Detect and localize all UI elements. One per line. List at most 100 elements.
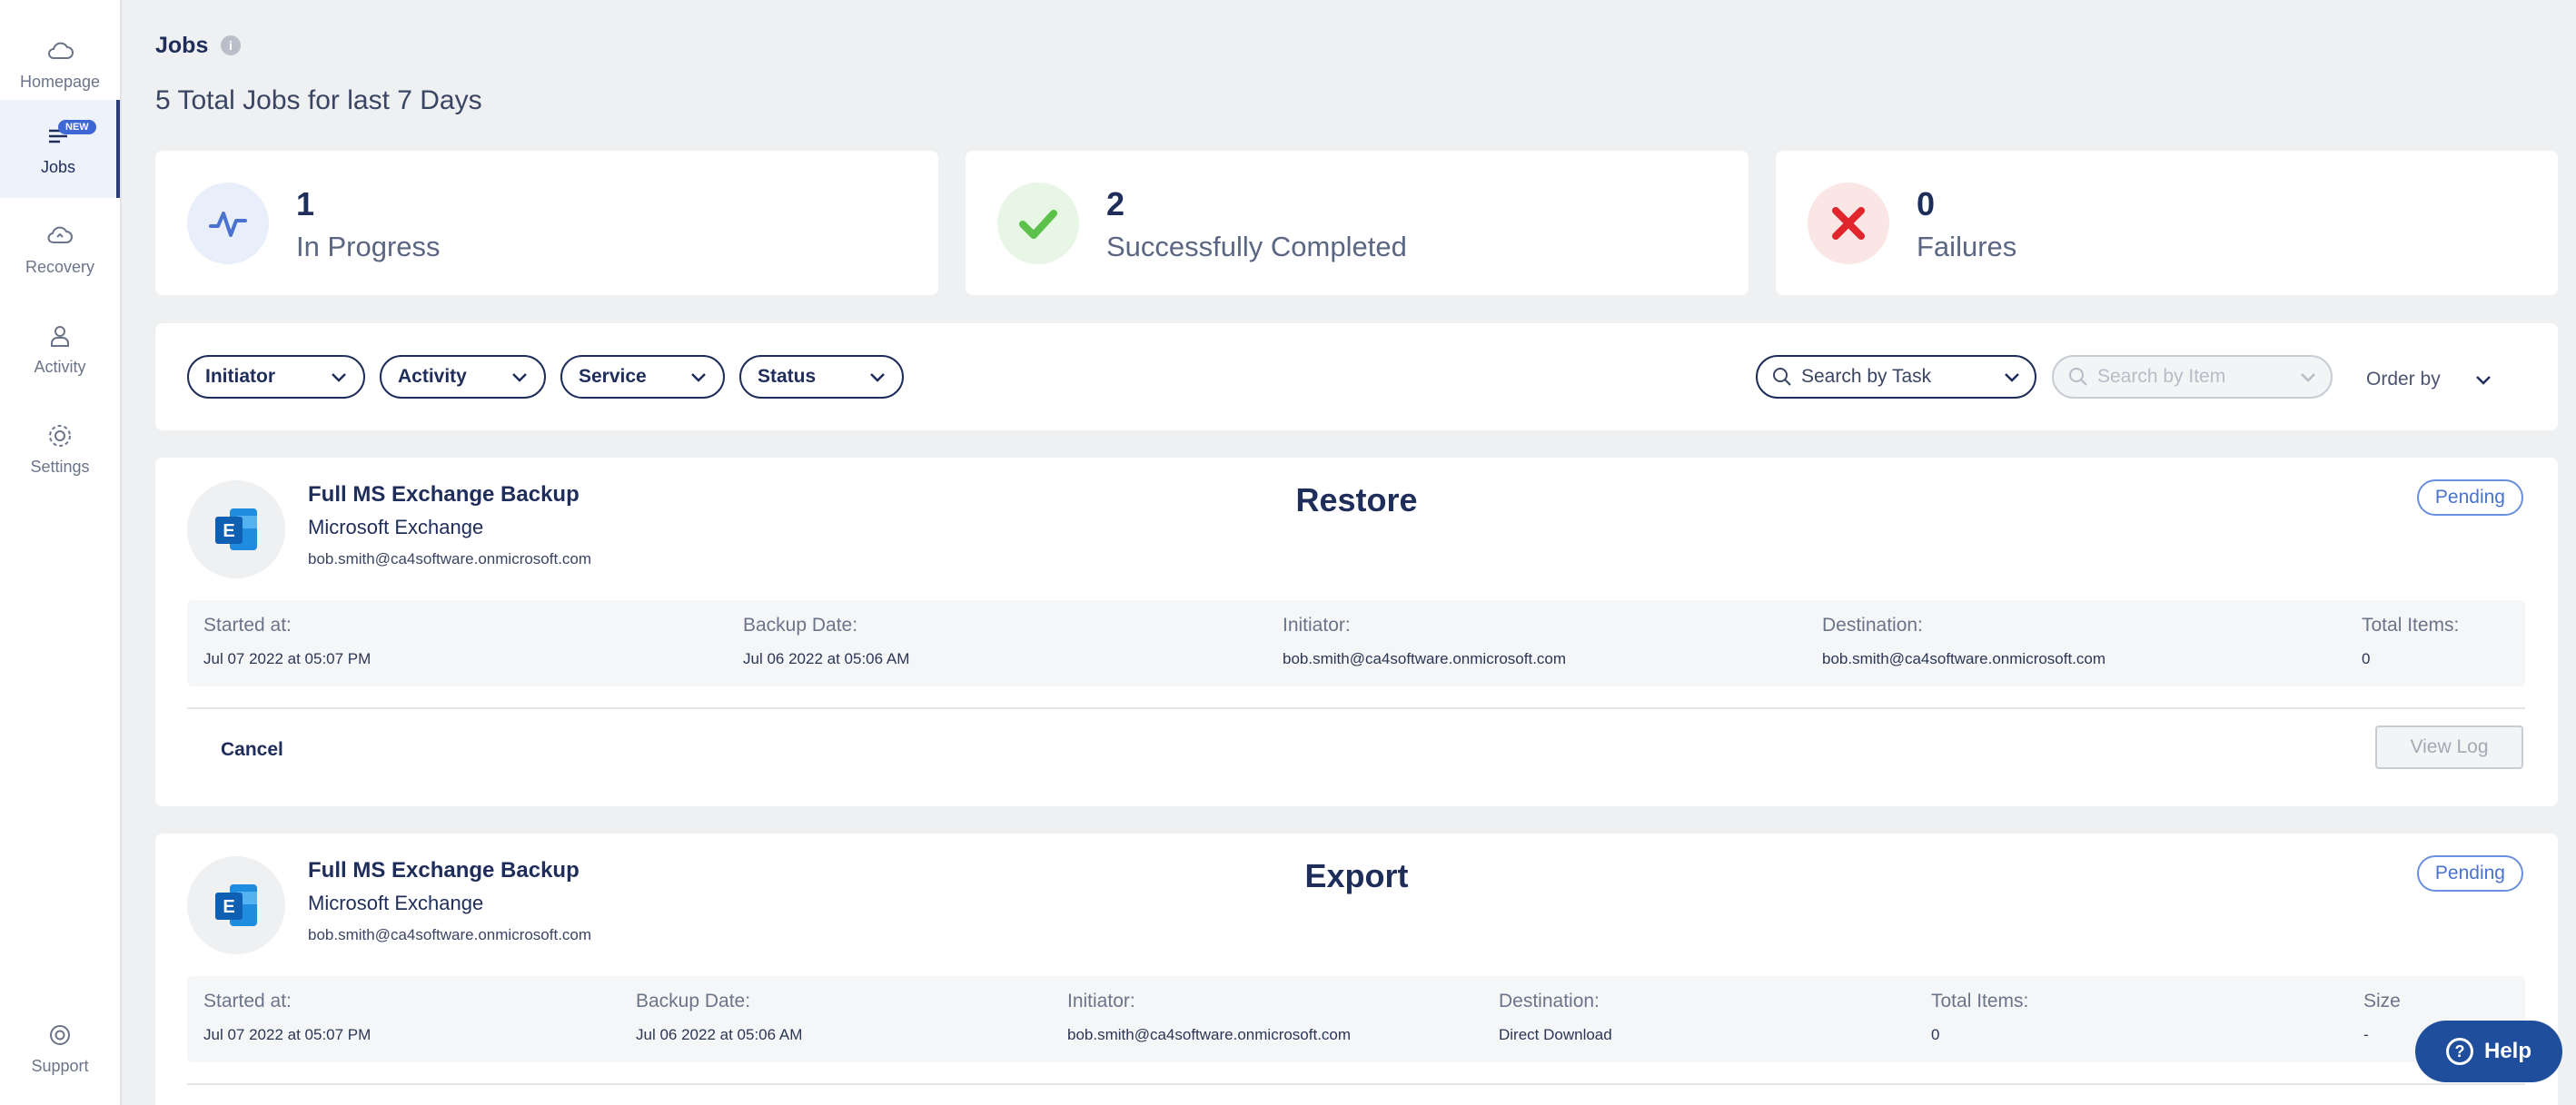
search-placeholder: Search by Item [2097,366,2226,387]
detail-label: Destination: [1822,615,1923,636]
job-details: Started at: Jul 07 2022 at 05:07 PM Back… [187,976,2525,1062]
detail-label: Initiator: [1283,615,1351,636]
detail-label: Size [2363,991,2401,1011]
filter-service-dropdown[interactable]: Service [560,355,725,399]
detail-label: Destination: [1499,991,1600,1011]
help-button[interactable]: ? Help [2415,1021,2562,1082]
detail-backup-date: Backup Date: Jul 06 2022 at 05:06 AM [743,615,909,668]
page-title: Jobs [155,33,209,58]
detail-value: 0 [1931,1026,1940,1043]
help-icon: ? [2445,1038,2473,1065]
stat-count: 0 [1917,185,1936,222]
detail-value: Jul 07 2022 at 05:07 PM [203,1026,372,1043]
cloud-icon [48,42,74,59]
filter-label: Status [758,366,817,387]
stat-count: 2 [1106,185,1125,222]
detail-initiator: Initiator: bob.smith@ca4software.onmicro… [1283,615,1566,668]
sidebar-item-label: Jobs [40,157,76,176]
stat-label: Failures [1917,231,2017,262]
sidebar-item-jobs[interactable]: NEW Jobs [0,100,120,198]
lifebuoy-icon [50,1024,70,1045]
new-badge: NEW [58,120,96,134]
detail-label: Total Items: [1931,991,2029,1011]
sidebar-item-activity[interactable]: Activity [0,300,120,398]
svg-text:E: E [223,521,234,541]
search-icon [1773,368,1791,386]
stat-card-failures: 0 Failures [1776,151,2558,295]
divider [187,707,2525,709]
search-by-task-input[interactable]: Search by Task [1756,355,2036,399]
chevron-down-icon [512,373,527,382]
sidebar-item-settings[interactable]: Settings [0,400,120,498]
detail-value: 0 [2362,650,2371,667]
detail-label: Started at: [203,991,292,1011]
detail-total-items: Total Items: 0 [1931,991,2028,1044]
filter-label: Activity [398,366,467,387]
filter-status-dropdown[interactable]: Status [739,355,904,399]
chevron-down-icon [2005,373,2019,382]
detail-value: bob.smith@ca4software.onmicrosoft.com [1283,650,1567,667]
cancel-button[interactable]: Cancel [221,739,283,761]
stat-count: 1 [296,185,315,222]
detail-value: bob.smith@ca4software.onmicrosoft.com [1067,1026,1352,1043]
info-icon[interactable]: i [221,35,241,55]
detail-destination: Destination: Direct Download [1499,991,1612,1044]
chevron-down-icon [691,373,706,382]
recovery-icon [47,226,73,243]
divider [187,1083,2525,1085]
status-badge: Pending [2416,855,2523,892]
chevron-down-icon [332,373,346,382]
job-type: Restore [1295,481,1418,518]
page-subtitle: 5 Total Jobs for last 7 Days [155,85,482,115]
job-details: Started at: Jul 07 2022 at 05:07 PM Back… [187,600,2525,686]
activity-pulse-icon [187,183,269,264]
detail-label: Backup Date: [743,615,858,636]
job-card: E Full MS Exchange Backup Microsoft Exch… [155,834,2558,1105]
job-email: bob.smith@ca4software.onmicrosoft.com [308,550,592,567]
search-icon [2069,368,2087,386]
detail-label: Initiator: [1067,991,1135,1011]
detail-started: Started at: Jul 07 2022 at 05:07 PM [203,615,371,668]
detail-initiator: Initiator: bob.smith@ca4software.onmicro… [1067,991,1351,1044]
detail-label: Backup Date: [636,991,751,1011]
sidebar-item-label: Settings [30,457,90,476]
filter-label: Initiator [205,366,275,387]
check-icon [997,183,1079,264]
stat-label: In Progress [296,231,441,262]
filter-activity-dropdown[interactable]: Activity [380,355,546,399]
filter-initiator-dropdown[interactable]: Initiator [187,355,365,399]
sidebar-item-label: Recovery [25,257,95,276]
help-label: Help [2483,1039,2531,1063]
sidebar-item-label: Support [31,1056,89,1075]
view-log-button[interactable]: View Log [2375,725,2523,769]
detail-value: Jul 07 2022 at 05:07 PM [203,650,372,667]
chevron-down-icon [2301,373,2315,382]
stat-card-completed: 2 Successfully Completed [966,151,1749,295]
x-icon [1808,183,1889,264]
detail-destination: Destination: bob.smith@ca4software.onmic… [1822,615,2105,668]
status-badge: Pending [2416,479,2523,516]
detail-value: Direct Download [1499,1026,1612,1043]
job-card: E Full MS Exchange Backup Microsoft Exch… [155,458,2558,806]
job-type: Export [1304,857,1409,894]
sidebar-item-label: Homepage [19,72,101,91]
sidebar-item-homepage[interactable]: Homepage [0,15,120,113]
detail-started: Started at: Jul 07 2022 at 05:07 PM [203,991,371,1044]
filter-label: Service [579,366,647,387]
job-email: bob.smith@ca4software.onmicrosoft.com [308,926,592,943]
detail-label: Total Items: [2362,615,2460,636]
filter-bar: Initiator Activity Service Status Search… [155,323,2558,430]
sidebar-item-recovery[interactable]: Recovery [0,200,120,298]
chevron-down-icon [2475,376,2491,385]
detail-total-items: Total Items: 0 [2362,615,2459,668]
detail-value: bob.smith@ca4software.onmicrosoft.com [1822,650,2106,667]
stat-label: Successfully Completed [1106,231,1407,262]
detail-value: Jul 06 2022 at 05:06 AM [636,1026,803,1043]
detail-value: Jul 06 2022 at 05:06 AM [743,650,910,667]
search-placeholder: Search by Task [1801,366,1932,387]
search-by-item-input[interactable]: Search by Item [2052,355,2333,399]
sidebar: Homepage NEW Jobs Recovery Activity Sett… [0,0,122,1105]
order-by-label: Order by [2366,369,2441,390]
order-by-dropdown[interactable]: Order by [2366,369,2492,390]
sidebar-item-support[interactable]: Support [0,999,120,1097]
